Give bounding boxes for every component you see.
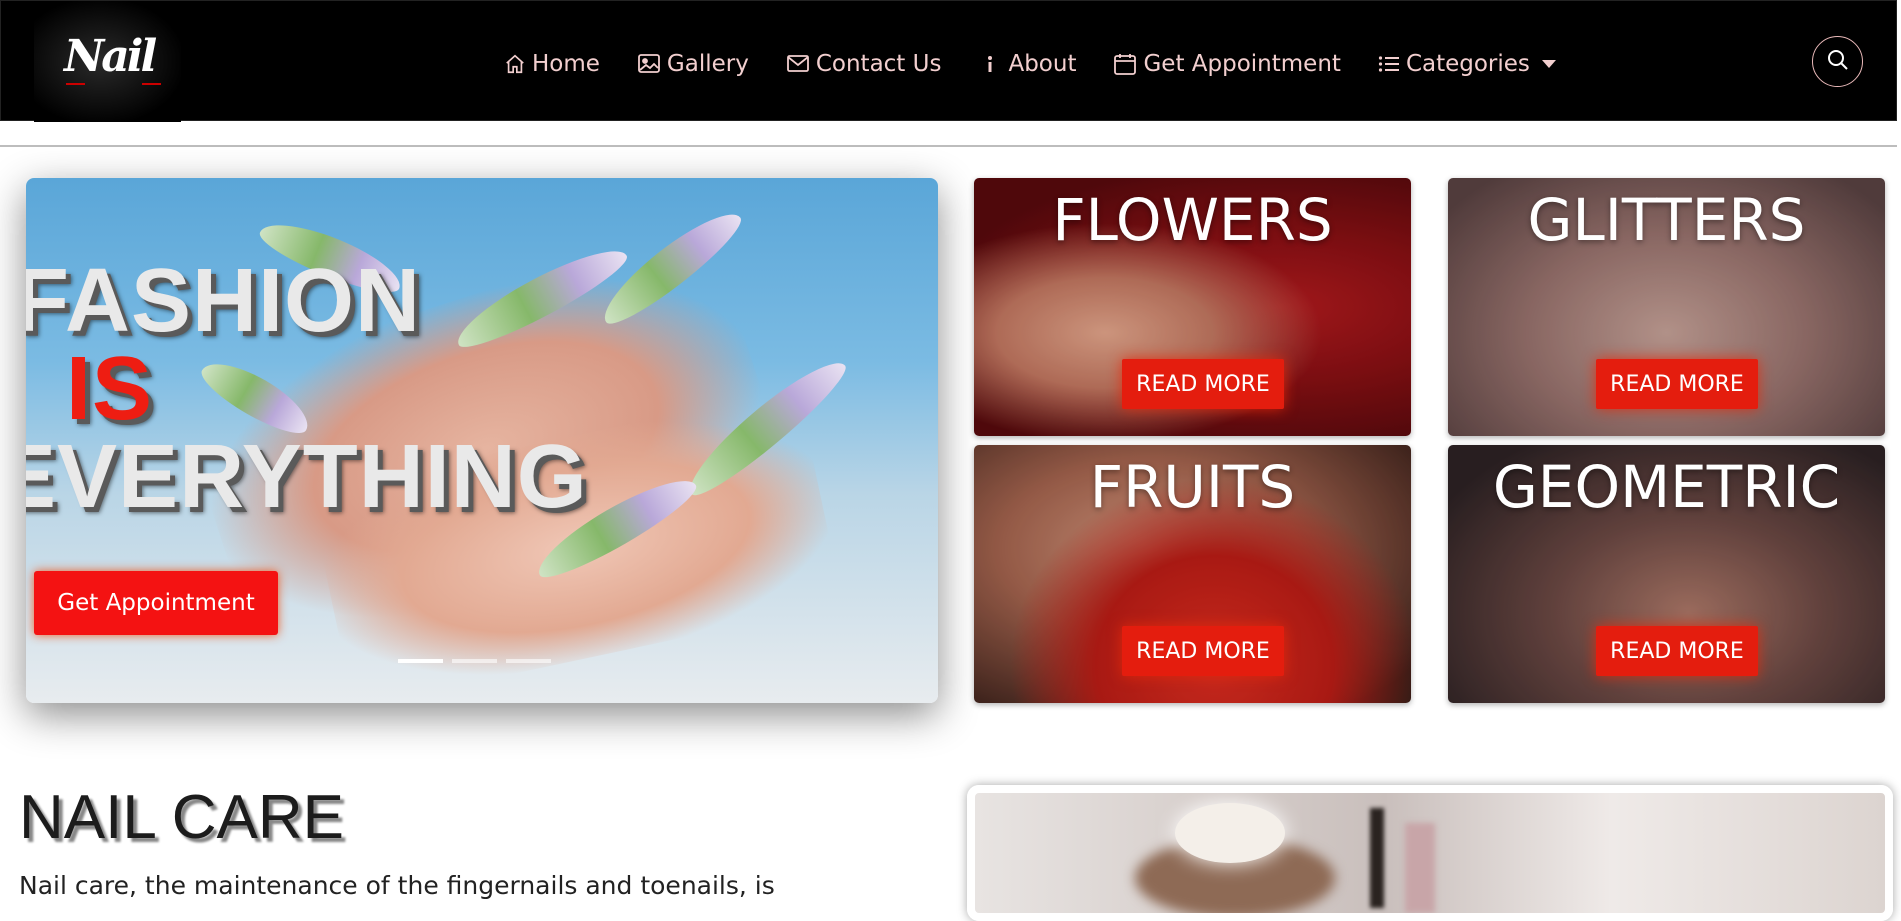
logo-text: Nail — [64, 31, 157, 82]
read-more-button[interactable]: READ MORE — [1122, 626, 1284, 676]
category-title: FRUITS — [1089, 453, 1296, 521]
category-title: GLITTERS — [1527, 186, 1806, 254]
nav-label-categories: Categories — [1405, 51, 1530, 77]
nav-label-home: Home — [532, 51, 600, 77]
image-icon — [637, 53, 661, 75]
hero-carousel[interactable]: FASHION IS EVERYTHING Get Appointment — [26, 178, 938, 703]
hero-line-3: EVERYTHING — [26, 427, 588, 527]
top-navbar: Nail Home Gallery Contact Us About Get A… — [0, 0, 1897, 122]
chevron-down-icon — [1541, 60, 1556, 68]
brand-logo[interactable]: Nail — [34, 1, 181, 122]
logo-underline — [66, 83, 161, 85]
carousel-indicator-2[interactable] — [452, 659, 497, 663]
search-button[interactable] — [1812, 36, 1863, 87]
nav-label-contact: Contact Us — [815, 51, 942, 77]
read-more-button[interactable]: READ MORE — [1122, 359, 1284, 409]
nav-label-about: About — [1008, 51, 1077, 77]
section-title: NAIL CARE — [19, 783, 345, 852]
main-nav: Home Gallery Contact Us About Get Appoin… — [504, 48, 1593, 80]
nav-item-appointment[interactable]: Get Appointment — [1113, 51, 1341, 77]
calendar-icon — [1113, 52, 1137, 76]
envelope-icon — [786, 54, 810, 74]
nav-item-home[interactable]: Home — [504, 51, 600, 77]
category-title: GEOMETRIC — [1492, 453, 1841, 521]
hero-line-1: FASHION — [26, 251, 422, 351]
category-title: FLOWERS — [1052, 186, 1333, 254]
category-card-geometric[interactable]: GEOMETRIC READ MORE — [1448, 445, 1885, 703]
hero-line-2: IS — [66, 339, 154, 439]
category-card-fruits[interactable]: FRUITS READ MORE — [974, 445, 1411, 703]
image-detail — [1405, 823, 1435, 913]
search-icon — [1826, 48, 1850, 76]
read-more-button[interactable]: READ MORE — [1596, 626, 1758, 676]
nav-label-appointment: Get Appointment — [1143, 51, 1341, 77]
home-icon — [504, 53, 526, 75]
nav-item-gallery[interactable]: Gallery — [637, 51, 749, 77]
hero-headline: FASHION IS EVERYTHING — [26, 256, 588, 522]
category-card-flowers[interactable]: FLOWERS READ MORE — [974, 178, 1411, 436]
list-icon — [1378, 54, 1400, 74]
section-divider — [0, 145, 1897, 147]
read-more-button[interactable]: READ MORE — [1596, 359, 1758, 409]
nav-item-about[interactable]: About — [978, 51, 1076, 77]
carousel-indicator-3[interactable] — [506, 659, 551, 663]
section-paragraph: Nail care, the maintenance of the finger… — [19, 871, 775, 900]
carousel-indicator-1[interactable] — [398, 659, 443, 663]
get-appointment-button[interactable]: Get Appointment — [34, 571, 278, 635]
image-detail — [1370, 808, 1384, 908]
carousel-indicators — [398, 659, 560, 663]
nav-item-contact[interactable]: Contact Us — [786, 51, 942, 77]
nail-care-image — [967, 785, 1893, 921]
category-card-glitters[interactable]: GLITTERS READ MORE — [1448, 178, 1885, 436]
nav-item-categories[interactable]: Categories — [1378, 51, 1556, 77]
image-detail — [1175, 803, 1285, 863]
info-icon — [986, 54, 994, 74]
nav-label-gallery: Gallery — [666, 51, 749, 77]
